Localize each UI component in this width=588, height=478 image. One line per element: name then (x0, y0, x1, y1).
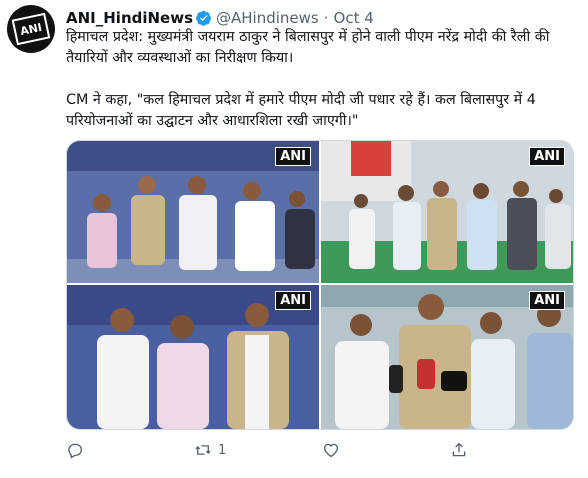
share-button[interactable] (450, 441, 468, 459)
verified-badge-icon (196, 10, 212, 26)
photo-1[interactable]: ANI (67, 141, 319, 283)
heart-icon (323, 443, 339, 458)
retweet-button[interactable]: 1 (194, 441, 226, 459)
reply-button[interactable] (66, 441, 84, 459)
tweet-date[interactable]: Oct 4 (334, 9, 374, 27)
author-name[interactable]: ANI_HindiNews (66, 9, 193, 27)
tweet-text: हिमाचल प्रदेश: मुख्यमंत्री जयराम ठाकुर न… (66, 27, 576, 132)
tweet[interactable]: ANI ANI_HindiNews @AHindinews · Oct 4 हि… (0, 0, 588, 478)
tweet-header: ANI_HindiNews @AHindinews · Oct 4 (66, 8, 374, 28)
avatar-logo-text: ANI (18, 20, 44, 38)
photo-3[interactable]: ANI (67, 285, 319, 429)
author-handle[interactable]: @AHindinews (216, 9, 319, 27)
media-grid: ANI ANI ANI ANI (66, 140, 574, 430)
tweet-actions: 1 (66, 440, 566, 460)
ani-logo: ANI (11, 12, 51, 46)
ani-watermark: ANI (275, 291, 311, 310)
ani-watermark: ANI (529, 291, 565, 310)
photo-4[interactable]: ANI (321, 285, 573, 429)
retweet-icon (195, 445, 211, 455)
tweet-text-line1: हिमाचल प्रदेश: मुख्यमंत्री जयराम ठाकुर न… (66, 29, 550, 66)
separator-dot: · (323, 9, 329, 27)
reply-icon (68, 443, 83, 459)
tweet-text-line2: CM ने कहा, "कल हिमाचल प्रदेश में हमारे प… (66, 92, 536, 129)
photo-2[interactable]: ANI (321, 141, 573, 283)
ani-watermark: ANI (275, 147, 311, 166)
like-button[interactable] (322, 441, 340, 459)
avatar[interactable]: ANI (7, 5, 55, 53)
ani-watermark: ANI (529, 147, 565, 166)
retweet-count: 1 (218, 442, 227, 458)
share-icon (452, 442, 466, 457)
